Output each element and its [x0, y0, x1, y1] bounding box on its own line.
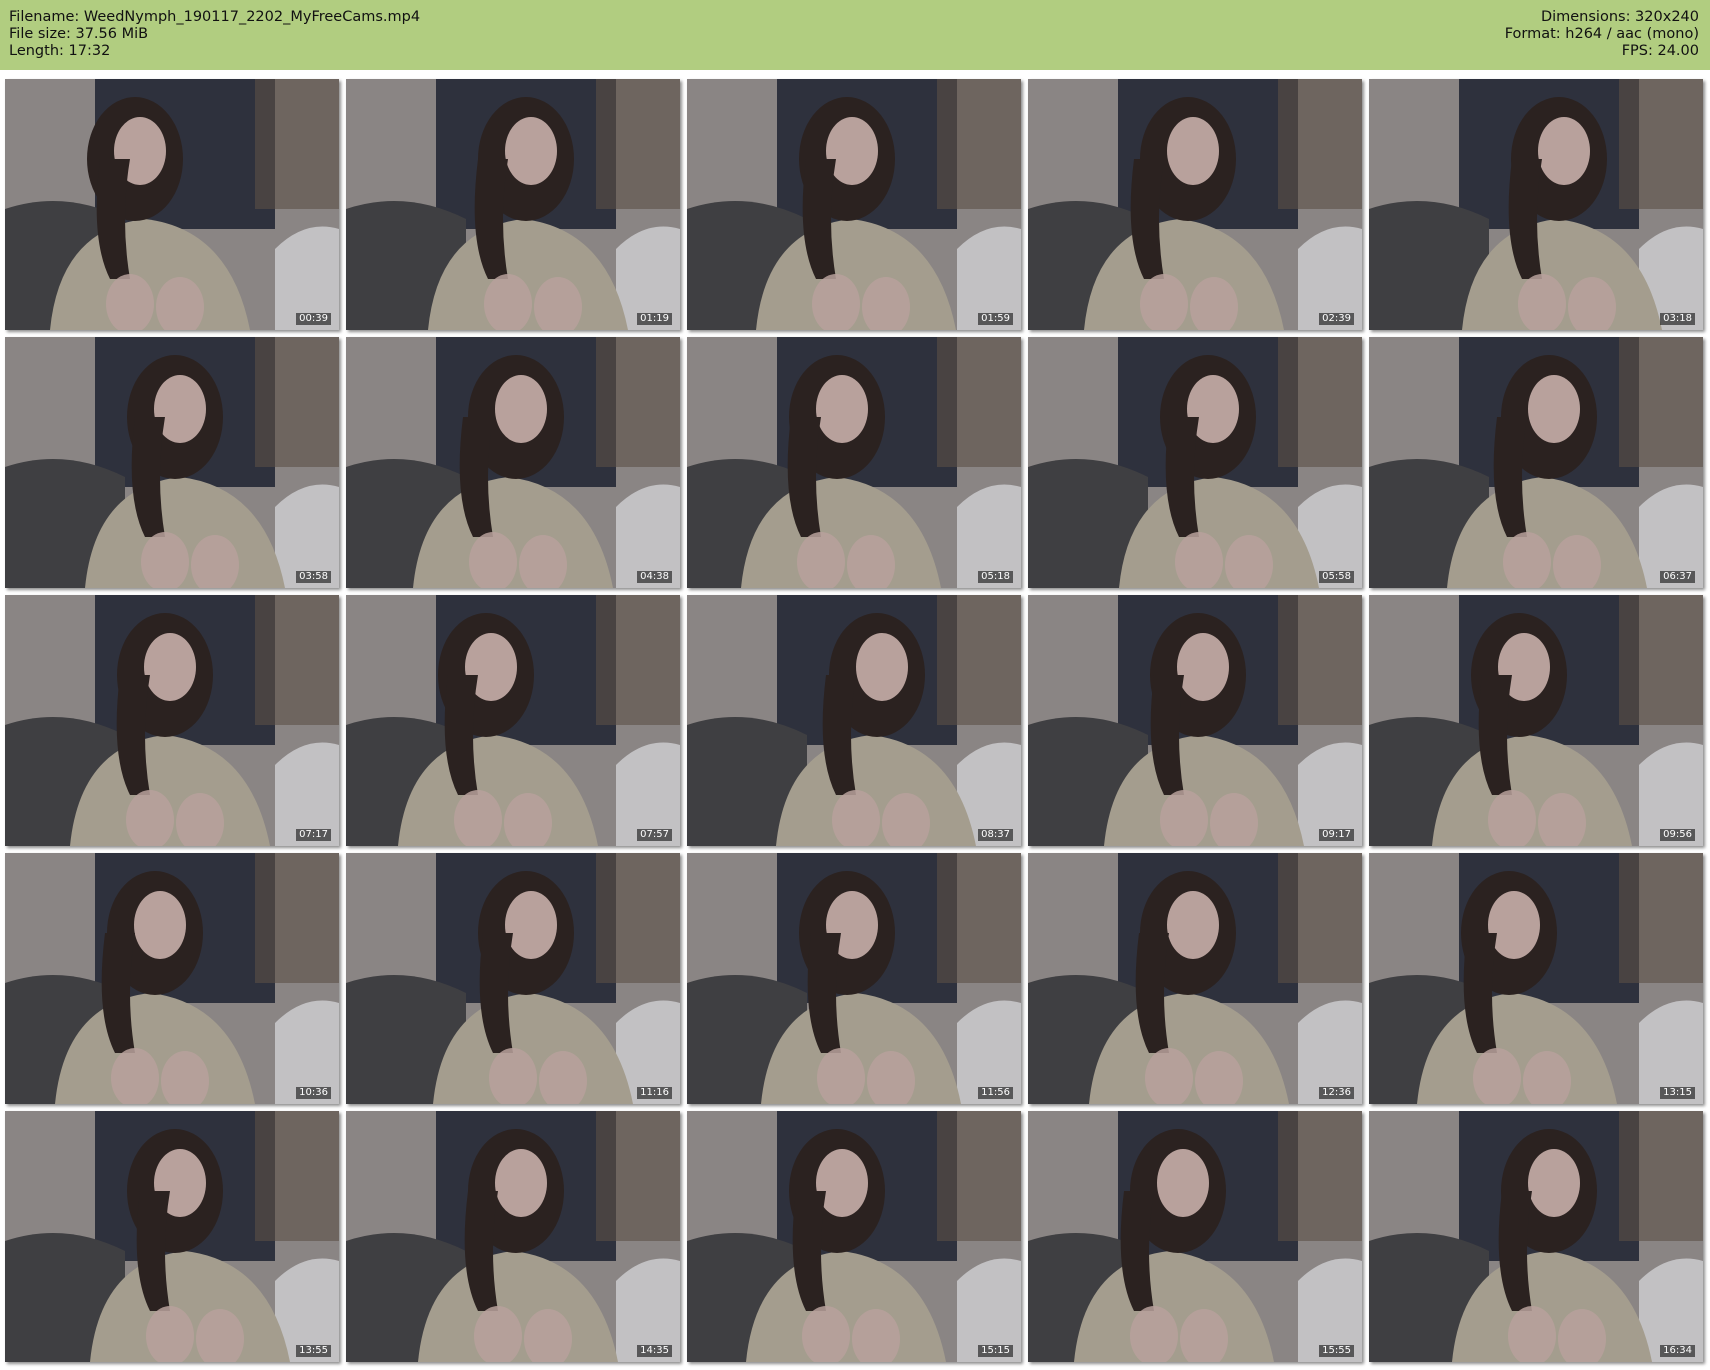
thumbnail-frame: 03:18	[1369, 79, 1703, 330]
video-frame-image	[1369, 79, 1703, 330]
video-frame-image	[5, 1111, 339, 1362]
fps-label: FPS: 24.00	[1621, 43, 1699, 59]
thumbnail-frame: 15:15	[687, 1111, 1021, 1362]
video-frame-image	[1028, 853, 1362, 1104]
thumbnail-frame: 02:39	[1028, 79, 1362, 330]
thumbnail-frame: 13:15	[1369, 853, 1703, 1104]
frame-timestamp: 05:18	[978, 571, 1013, 583]
frame-timestamp: 14:35	[637, 1345, 672, 1357]
video-frame-image	[346, 595, 680, 846]
thumbnail-frame: 15:55	[1028, 1111, 1362, 1362]
thumbnail-frame: 13:55	[5, 1111, 339, 1362]
frame-timestamp: 09:56	[1660, 829, 1695, 841]
video-frame-image	[5, 337, 339, 588]
video-frame-image	[1028, 1111, 1362, 1362]
frame-timestamp: 00:39	[296, 313, 331, 325]
thumbnail-frame: 08:37	[687, 595, 1021, 846]
frame-timestamp: 09:17	[1319, 829, 1354, 841]
thumbnail-frame: 11:56	[687, 853, 1021, 1104]
frame-timestamp: 08:37	[978, 829, 1013, 841]
frame-timestamp: 12:36	[1319, 1087, 1354, 1099]
thumbnail-frame: 11:16	[346, 853, 680, 1104]
video-frame-image	[5, 595, 339, 846]
frame-timestamp: 13:55	[296, 1345, 331, 1357]
video-frame-image	[687, 853, 1021, 1104]
frame-timestamp: 10:36	[296, 1087, 331, 1099]
frame-timestamp: 16:34	[1660, 1345, 1695, 1357]
filename-label: Filename: WeedNymph_190117_2202_MyFreeCa…	[9, 9, 421, 25]
file-info-left: Filename: WeedNymph_190117_2202_MyFreeCa…	[9, 9, 420, 60]
video-frame-image	[346, 337, 680, 588]
frame-timestamp: 11:56	[978, 1087, 1013, 1099]
thumbnail-frame: 06:37	[1369, 337, 1703, 588]
video-frame-image	[1028, 337, 1362, 588]
video-frame-image	[1028, 79, 1362, 330]
video-frame-image	[687, 595, 1021, 846]
video-frame-image	[1369, 595, 1703, 846]
thumbnail-frame: 09:17	[1028, 595, 1362, 846]
thumbnail-frame: 05:58	[1028, 337, 1362, 588]
thumbnail-frame: 04:38	[346, 337, 680, 588]
frame-timestamp: 05:58	[1319, 571, 1354, 583]
video-frame-image	[346, 79, 680, 330]
thumbnail-frame: 03:58	[5, 337, 339, 588]
video-frame-image	[687, 79, 1021, 330]
format-label: Format: h264 / aac (mono)	[1504, 26, 1699, 42]
frame-timestamp: 01:19	[637, 313, 672, 325]
video-frame-image	[1369, 853, 1703, 1104]
video-frame-image	[1028, 595, 1362, 846]
video-frame-image	[1369, 337, 1703, 588]
thumbnail-frame: 05:18	[687, 337, 1021, 588]
frame-timestamp: 15:55	[1319, 1345, 1354, 1357]
thumbnail-frame: 07:57	[346, 595, 680, 846]
thumbnail-frame: 09:56	[1369, 595, 1703, 846]
video-frame-image	[687, 1111, 1021, 1362]
thumbnail-frame: 10:36	[5, 853, 339, 1104]
thumbnail-frame: 12:36	[1028, 853, 1362, 1104]
video-frame-image	[346, 853, 680, 1104]
video-frame-image	[346, 1111, 680, 1362]
thumbnail-frame: 14:35	[346, 1111, 680, 1362]
frame-timestamp: 06:37	[1660, 571, 1695, 583]
frame-timestamp: 15:15	[978, 1345, 1013, 1357]
length-label: Length: 17:32	[9, 43, 111, 59]
frame-timestamp: 11:16	[637, 1087, 672, 1099]
frame-timestamp: 02:39	[1319, 313, 1354, 325]
thumbnail-frame: 16:34	[1369, 1111, 1703, 1362]
frame-timestamp: 03:18	[1660, 313, 1695, 325]
video-frame-image	[1369, 1111, 1703, 1362]
dimensions-label: Dimensions: 320x240	[1540, 9, 1699, 25]
info-header: Filename: WeedNymph_190117_2202_MyFreeCa…	[0, 0, 1710, 70]
filesize-label: File size: 37.56 MiB	[9, 26, 149, 42]
video-frame-image	[5, 79, 339, 330]
frame-timestamp: 04:38	[637, 571, 672, 583]
thumbnail-frame: 07:17	[5, 595, 339, 846]
thumbnail-frame: 00:39	[5, 79, 339, 330]
frame-timestamp: 07:57	[637, 829, 672, 841]
frame-timestamp: 01:59	[978, 313, 1013, 325]
thumbnail-frame: 01:19	[346, 79, 680, 330]
thumbnail-frame: 01:59	[687, 79, 1021, 330]
frame-timestamp: 07:17	[296, 829, 331, 841]
frame-timestamp: 03:58	[296, 571, 331, 583]
video-frame-image	[5, 853, 339, 1104]
video-frame-image	[687, 337, 1021, 588]
thumbnail-grid: 00:39 01:19 01:59 02:39 03:18 03:58 04:38 05:18…	[5, 79, 1703, 1362]
file-info-right: Dimensions: 320x240 Format: h264 / aac (…	[1505, 9, 1699, 60]
frame-timestamp: 13:15	[1660, 1087, 1695, 1099]
